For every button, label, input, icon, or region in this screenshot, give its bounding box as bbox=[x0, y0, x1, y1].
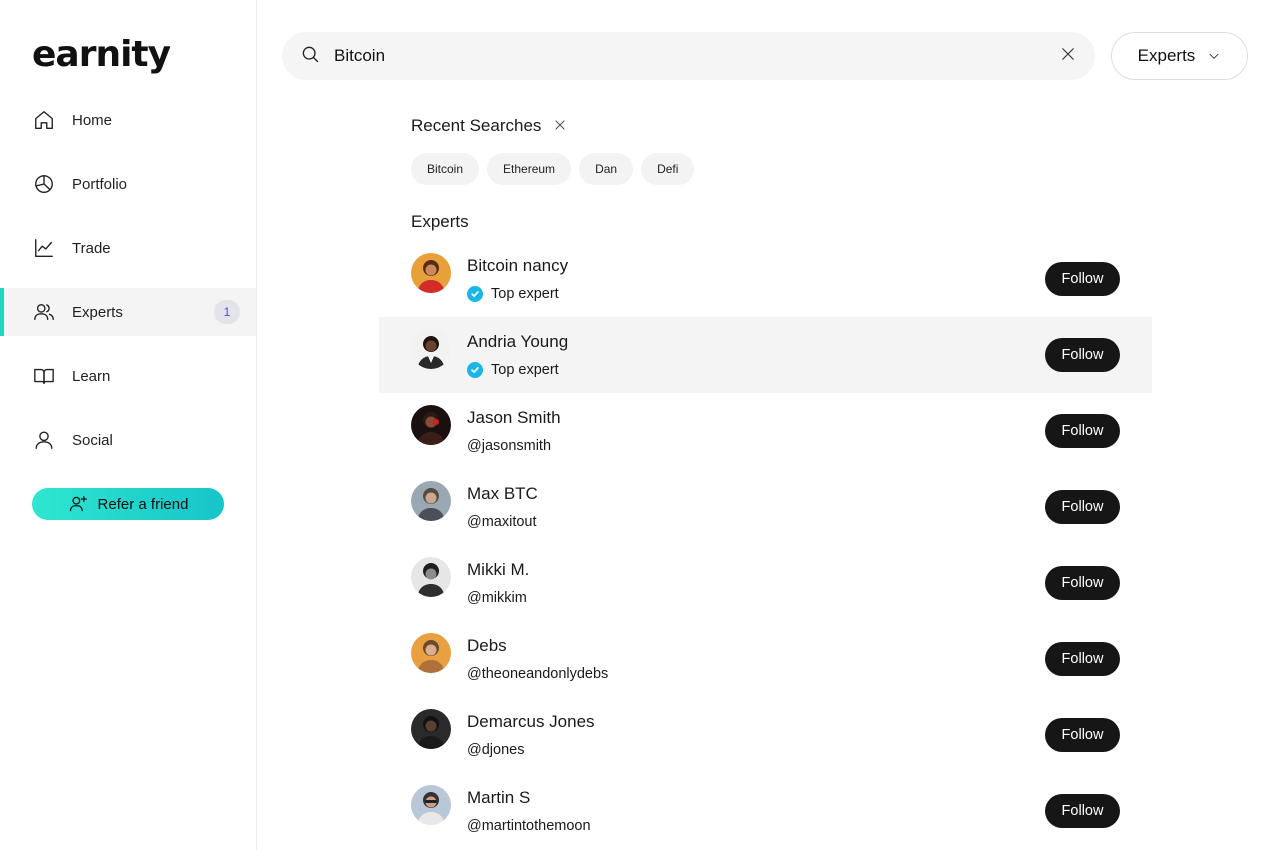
sidebar-item-label: Learn bbox=[72, 367, 111, 385]
follow-button[interactable]: Follow bbox=[1045, 338, 1120, 372]
avatar[interactable] bbox=[411, 481, 451, 521]
expert-row[interactable]: Demarcus Jones @djones Follow bbox=[379, 697, 1152, 773]
verified-check-icon bbox=[467, 286, 483, 302]
avatar[interactable] bbox=[411, 785, 451, 825]
expert-name[interactable]: Andria Young bbox=[467, 332, 568, 352]
notification-badge: 1 bbox=[214, 300, 240, 324]
sidebar-nav: Home Portfolio Trade Experts 1 Learn Soc… bbox=[0, 96, 256, 480]
avatar[interactable] bbox=[411, 405, 451, 445]
experts-list: Bitcoin nancy Top expert Follow Andria Y… bbox=[379, 241, 1152, 849]
avatar[interactable] bbox=[411, 633, 451, 673]
clear-search-icon[interactable] bbox=[1059, 45, 1077, 68]
book-icon bbox=[32, 364, 56, 388]
sidebar-item-label: Home bbox=[72, 111, 113, 129]
sidebar-item-home[interactable]: Home bbox=[0, 96, 256, 144]
expert-row[interactable]: Debs @theoneandonlydebs Follow bbox=[379, 621, 1152, 697]
trend-up-icon bbox=[32, 236, 56, 260]
user-icon bbox=[32, 428, 56, 452]
expert-subtitle-text: Top expert bbox=[491, 362, 559, 378]
experts-section-title: Experts bbox=[411, 212, 469, 231]
recent-chip[interactable]: Defi bbox=[641, 153, 695, 185]
search-icon bbox=[300, 44, 320, 69]
filter-label: Experts bbox=[1137, 46, 1196, 65]
follow-button[interactable]: Follow bbox=[1045, 566, 1120, 600]
expert-name[interactable]: Jason Smith bbox=[467, 408, 561, 428]
sidebar-item-portfolio[interactable]: Portfolio bbox=[0, 160, 256, 208]
recent-searches-title: Recent Searches bbox=[411, 116, 542, 135]
expert-row[interactable]: Max BTC @maxitout Follow bbox=[379, 469, 1152, 545]
expert-subtitle: Top expert bbox=[467, 362, 559, 378]
expert-row[interactable]: Jason Smith @jasonsmith Follow bbox=[379, 393, 1152, 469]
expert-name[interactable]: Mikki M. bbox=[467, 560, 529, 580]
sidebar-item-label: Portfolio bbox=[72, 175, 128, 193]
user-plus-icon bbox=[69, 495, 87, 512]
expert-row[interactable]: Mikki M. @mikkim Follow bbox=[379, 545, 1152, 621]
avatar[interactable] bbox=[411, 557, 451, 597]
follow-button[interactable]: Follow bbox=[1045, 718, 1120, 752]
sidebar-item-experts[interactable]: Experts 1 bbox=[0, 288, 256, 336]
expert-subtitle-text: @martintothemoon bbox=[467, 818, 591, 834]
expert-subtitle: @maxitout bbox=[467, 514, 537, 530]
expert-subtitle: @djones bbox=[467, 742, 524, 758]
expert-subtitle: @theoneandonlydebs bbox=[467, 666, 608, 682]
refer-friend-button[interactable]: Refer a friend bbox=[32, 488, 224, 520]
expert-name[interactable]: Max BTC bbox=[467, 484, 538, 504]
expert-name[interactable]: Bitcoin nancy bbox=[467, 256, 568, 276]
avatar[interactable] bbox=[411, 329, 451, 369]
follow-button[interactable]: Follow bbox=[1045, 414, 1120, 448]
users-icon bbox=[32, 300, 56, 324]
sidebar-item-learn[interactable]: Learn bbox=[0, 352, 256, 400]
recent-chip[interactable]: Ethereum bbox=[487, 153, 572, 185]
expert-subtitle: @jasonsmith bbox=[467, 438, 551, 454]
home-icon bbox=[32, 108, 56, 132]
expert-subtitle-text: @jasonsmith bbox=[467, 438, 552, 454]
sidebar-item-social[interactable]: Social bbox=[0, 416, 256, 464]
sidebar-item-label: Social bbox=[72, 431, 113, 449]
app-logo[interactable]: earnity bbox=[32, 34, 171, 75]
expert-name[interactable]: Demarcus Jones bbox=[467, 712, 595, 732]
sidebar-item-label: Experts bbox=[72, 303, 123, 321]
expert-subtitle: @martintothemoon bbox=[467, 818, 591, 834]
expert-row[interactable]: Andria Young Top expert Follow bbox=[379, 317, 1152, 393]
expert-name[interactable]: Debs bbox=[467, 636, 507, 656]
expert-subtitle-text: Top expert bbox=[491, 286, 559, 302]
expert-subtitle: Top expert bbox=[467, 286, 559, 302]
recent-chip[interactable]: Bitcoin bbox=[411, 153, 480, 185]
follow-button[interactable]: Follow bbox=[1045, 794, 1120, 828]
expert-name[interactable]: Martin S bbox=[467, 788, 530, 808]
sidebar-item-label: Trade bbox=[72, 239, 111, 257]
recent-search-chips: Bitcoin Ethereum Dan Defi bbox=[411, 153, 702, 185]
sidebar-item-trade[interactable]: Trade bbox=[0, 224, 256, 272]
expert-subtitle: @mikkim bbox=[467, 590, 527, 606]
expert-subtitle-text: @theoneandonlydebs bbox=[467, 666, 609, 682]
clear-recent-icon[interactable] bbox=[553, 118, 567, 132]
avatar[interactable] bbox=[411, 253, 451, 293]
avatar[interactable] bbox=[411, 709, 451, 749]
expert-subtitle-text: @djones bbox=[467, 742, 525, 758]
chevron-down-icon bbox=[1209, 53, 1219, 59]
recent-chip[interactable]: Dan bbox=[579, 153, 634, 185]
follow-button[interactable]: Follow bbox=[1045, 490, 1120, 524]
refer-friend-label: Refer a friend bbox=[97, 495, 189, 513]
follow-button[interactable]: Follow bbox=[1045, 642, 1120, 676]
search-filter-dropdown[interactable]: Experts bbox=[1111, 32, 1248, 80]
verified-check-icon bbox=[467, 362, 483, 378]
search-input[interactable] bbox=[334, 46, 1059, 66]
expert-subtitle-text: @mikkim bbox=[467, 590, 527, 606]
follow-button[interactable]: Follow bbox=[1045, 262, 1120, 296]
expert-subtitle-text: @maxitout bbox=[467, 514, 537, 530]
pie-chart-icon bbox=[32, 172, 56, 196]
expert-row[interactable]: Martin S @martintothemoon Follow bbox=[379, 773, 1152, 849]
expert-row[interactable]: Bitcoin nancy Top expert Follow bbox=[379, 241, 1152, 317]
sidebar: earnity Home Portfolio Trade Experts 1 L… bbox=[0, 0, 257, 850]
search-bar bbox=[282, 32, 1095, 80]
